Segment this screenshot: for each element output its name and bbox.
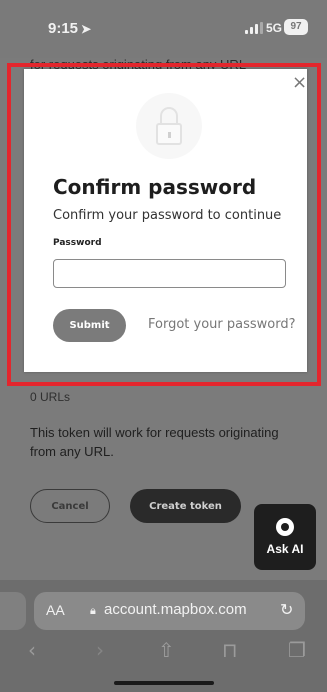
urls-count: 0 URLs (30, 390, 71, 404)
tabs-icon[interactable]: ❐ (288, 638, 306, 662)
password-input[interactable] (53, 259, 286, 288)
lock-icon (136, 93, 202, 159)
submit-button[interactable]: Submit (53, 309, 126, 342)
home-indicator (114, 681, 214, 685)
secure-lock-icon: 🔒︎ (90, 604, 96, 617)
text-size-button[interactable]: AA (46, 602, 65, 618)
token-description: This token will work for requests origin… (30, 425, 279, 459)
network-type: 5G (266, 21, 283, 35)
address-bar[interactable]: AA 🔒︎ account.mapbox.com ↻ (34, 592, 305, 630)
password-label: Password (53, 238, 102, 248)
share-icon[interactable]: ⇧ (158, 638, 175, 662)
modal-title: Confirm password (53, 175, 257, 199)
back-icon[interactable]: ‹ (28, 638, 36, 662)
previous-tab-peek[interactable] (0, 592, 26, 630)
location-arrow-icon: ➤ (81, 22, 92, 36)
close-icon[interactable]: × (292, 72, 307, 93)
cancel-button[interactable]: Cancel (30, 489, 110, 523)
ask-ai-icon (276, 518, 294, 536)
browser-toolbar: ‹ › ⇧ ⊓ ❐ (0, 638, 327, 668)
reload-icon[interactable]: ↻ (280, 600, 293, 619)
create-token-button[interactable]: Create token (130, 489, 241, 523)
forgot-password-link[interactable]: Forgot your password? (148, 317, 296, 332)
battery-icon: 97 (284, 19, 308, 35)
status-bar: 9:15 ➤ 5G 97 (0, 0, 327, 58)
bookmarks-icon[interactable]: ⊓ (222, 638, 238, 662)
url-domain: account.mapbox.com (104, 601, 247, 618)
ask-ai-button[interactable]: Ask AI (254, 504, 316, 570)
signal-icon (245, 22, 263, 34)
status-time: 9:15 ➤ (48, 20, 92, 37)
ask-ai-label: Ask AI (266, 542, 304, 556)
modal-subtitle: Confirm your password to continue (53, 208, 282, 223)
forward-icon[interactable]: › (96, 638, 104, 662)
